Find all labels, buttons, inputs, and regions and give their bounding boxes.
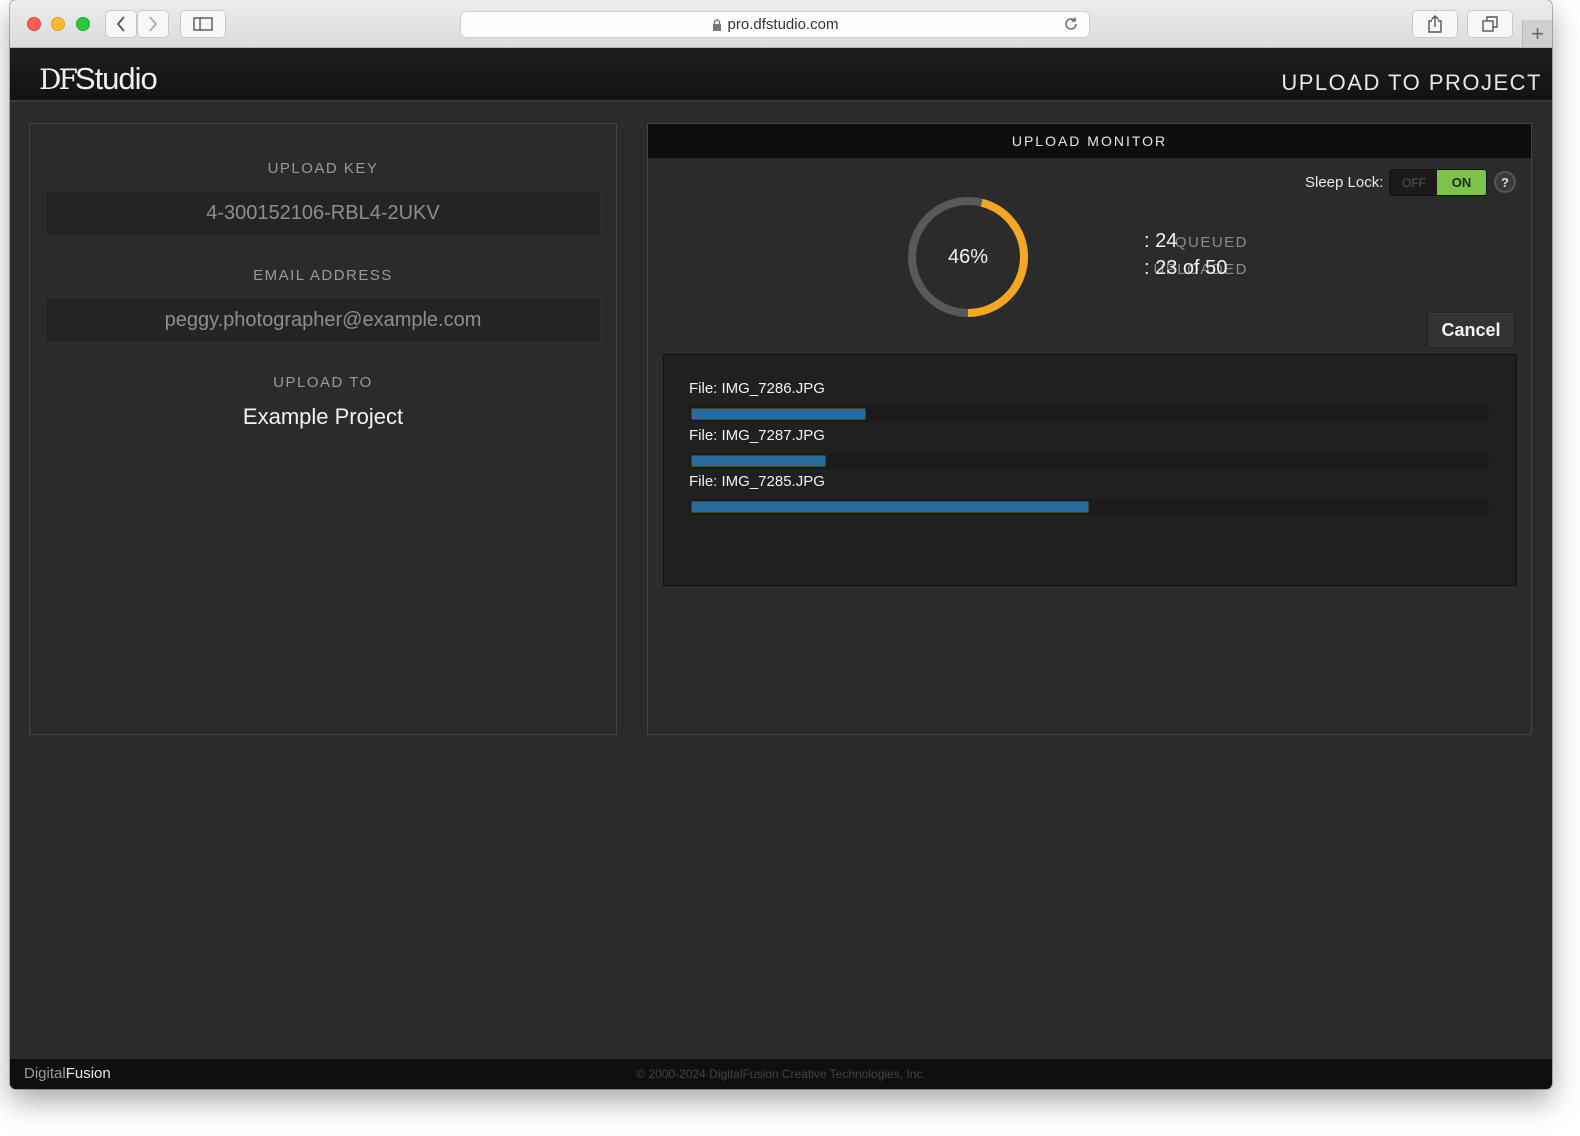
file-progress-track	[689, 406, 1489, 422]
dfstudio-logo[interactable]: DFStudio	[39, 62, 158, 97]
file-name: File: IMG_7286.JPG	[689, 380, 825, 397]
upload-to-label: UPLOAD TO	[273, 374, 373, 391]
close-window-button[interactable]	[27, 17, 41, 31]
queued-label: QUEUED	[1174, 234, 1248, 251]
file-item: File: IMG_7285.JPG	[689, 473, 1493, 515]
file-name: File: IMG_7287.JPG	[689, 427, 825, 444]
sleep-lock-on[interactable]: ON	[1437, 170, 1486, 195]
chevron-right-icon	[149, 16, 158, 32]
email-value: peggy.photographer@example.com	[164, 308, 482, 331]
file-progress-track	[689, 499, 1489, 515]
lock-icon	[712, 18, 721, 31]
upload-key-label: UPLOAD KEY	[267, 160, 379, 177]
app-header: DFStudio UPLOAD TO PROJECT	[10, 48, 1552, 102]
sidebar-toggle-button[interactable]	[180, 10, 226, 38]
help-icon[interactable]: ?	[1494, 171, 1516, 193]
cancel-button[interactable]: Cancel	[1427, 312, 1515, 348]
file-progress-bar	[691, 408, 866, 420]
forward-button[interactable]	[137, 10, 169, 38]
new-tab-button[interactable]: +	[1522, 20, 1552, 47]
queued-value: : 24	[1144, 230, 1178, 252]
upload-key-value: 4-300152106-RBL4-2UKV	[206, 201, 440, 224]
upload-monitor-title: UPLOAD MONITOR	[648, 124, 1531, 158]
file-progress-bar	[691, 455, 826, 467]
sleep-lock-label: Sleep Lock:	[1305, 174, 1384, 191]
url-text: pro.dfstudio.com	[727, 16, 839, 33]
address-bar[interactable]: pro.dfstudio.com	[460, 11, 1090, 38]
sleep-lock-toggle[interactable]: OFF ON	[1389, 169, 1487, 196]
file-item: File: IMG_7286.JPG	[689, 380, 1493, 422]
plus-icon: +	[1531, 20, 1544, 46]
share-button[interactable]	[1412, 10, 1458, 38]
file-progress-bar	[691, 501, 1089, 513]
queued-stat: QUEUED	[1028, 234, 1248, 252]
file-item: File: IMG_7287.JPG	[689, 427, 1493, 469]
project-name: Example Project	[242, 404, 404, 429]
page-title: UPLOAD TO PROJECT	[1281, 70, 1542, 95]
app-footer: DigitalFusion © 2000-2024 DigitalFusion …	[10, 1059, 1552, 1089]
zoom-window-button[interactable]	[76, 17, 90, 31]
browser-window: pro.dfstudio.com + DFStudio UPLOAD TO PR…	[10, 0, 1552, 1089]
upload-key-field[interactable]: 4-300152106-RBL4-2UKV	[45, 190, 601, 236]
file-upload-list: File: IMG_7286.JPG File: IMG_7287.JPG Fi…	[663, 354, 1517, 586]
uploaded-value: : 23 of 50	[1144, 257, 1228, 279]
minimize-window-button[interactable]	[51, 17, 65, 31]
chevron-left-icon	[116, 16, 125, 32]
reload-icon[interactable]	[1063, 16, 1079, 32]
copyright-text: © 2000-2024 DigitalFusion Creative Techn…	[636, 1067, 926, 1081]
tabs-icon	[1482, 16, 1498, 32]
upload-details-panel: UPLOAD KEY 4-300152106-RBL4-2UKV EMAIL A…	[29, 123, 617, 735]
progress-percent: 46%	[947, 245, 989, 268]
sidebar-icon	[193, 17, 213, 31]
email-field[interactable]: peggy.photographer@example.com	[45, 297, 601, 343]
upload-monitor-panel: UPLOAD MONITOR Sleep Lock: OFF ON ? 46% …	[647, 123, 1532, 735]
file-progress-track	[689, 453, 1489, 469]
tabs-overview-button[interactable]	[1467, 10, 1513, 38]
share-icon	[1428, 15, 1442, 33]
sleep-lock-off[interactable]: OFF	[1390, 170, 1438, 195]
file-name: File: IMG_7285.JPG	[689, 473, 825, 490]
browser-toolbar: pro.dfstudio.com +	[10, 0, 1552, 48]
email-label: EMAIL ADDRESS	[253, 267, 393, 284]
back-button[interactable]	[105, 10, 137, 38]
